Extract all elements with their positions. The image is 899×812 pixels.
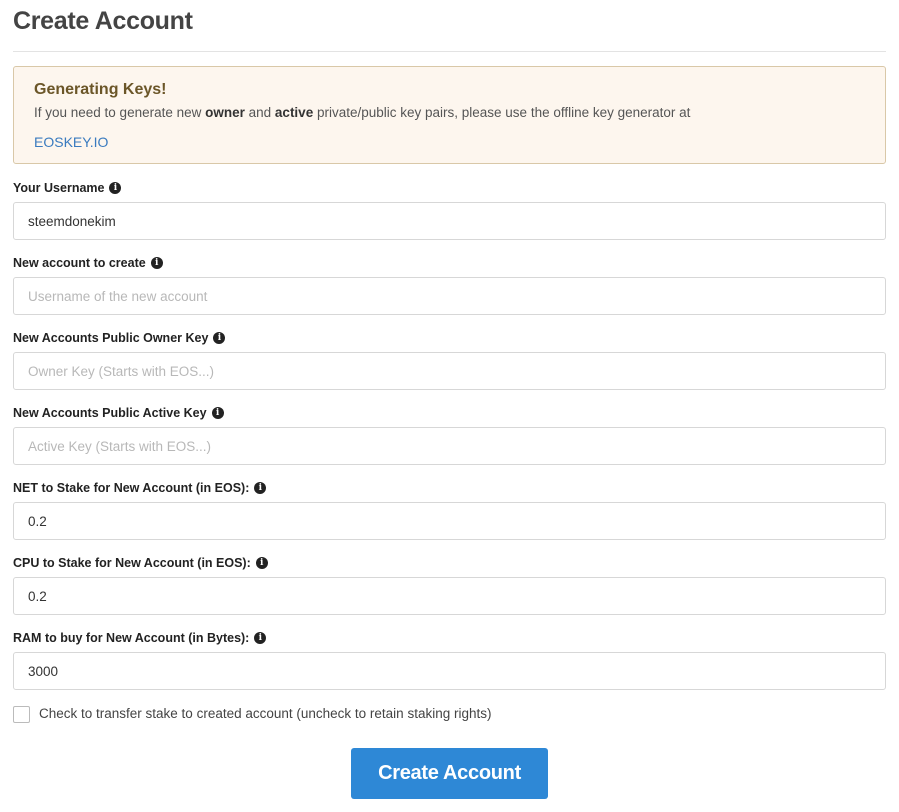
info-icon[interactable]: i (211, 407, 224, 419)
cpu-stake-label-text: CPU to Stake for New Account (in EOS): (13, 556, 251, 570)
info-icon[interactable]: i (255, 557, 268, 569)
username-label-text: Your Username (13, 181, 105, 195)
owner-key-label-text: New Accounts Public Owner Key (13, 331, 209, 345)
net-stake-input[interactable] (13, 502, 886, 540)
alert-text-and: and (244, 105, 275, 120)
alert-owner-word: owner (205, 105, 245, 120)
owner-key-input[interactable] (13, 352, 886, 390)
new-account-label: New account to create i (13, 256, 163, 270)
eoskey-link[interactable]: EOSKEY.IO (34, 134, 108, 150)
ram-bytes-label-text: RAM to buy for New Account (in Bytes): (13, 631, 250, 645)
new-account-input[interactable] (13, 277, 886, 315)
active-key-label: New Accounts Public Active Key i (13, 406, 224, 420)
alert-text-before: If you need to generate new (34, 105, 206, 120)
net-stake-label: NET to Stake for New Account (in EOS): i (13, 481, 267, 495)
cpu-stake-input[interactable] (13, 577, 886, 615)
create-account-button[interactable]: Create Account (351, 748, 548, 799)
info-icon[interactable]: i (213, 332, 226, 344)
title-divider (13, 51, 886, 52)
alert-active-word: active (274, 105, 314, 120)
username-label: Your Username i (13, 181, 122, 195)
ram-bytes-label: RAM to buy for New Account (in Bytes): i (13, 631, 267, 645)
ram-bytes-input[interactable] (13, 652, 886, 690)
key-generation-alert: Generating Keys! If you need to generate… (13, 66, 886, 164)
info-icon[interactable]: i (150, 257, 163, 269)
net-stake-label-text: NET to Stake for New Account (in EOS): (13, 481, 250, 495)
info-icon[interactable]: i (254, 632, 267, 644)
username-input[interactable] (13, 202, 886, 240)
alert-body: If you need to generate new owner and ac… (34, 105, 690, 120)
owner-key-label: New Accounts Public Owner Key i (13, 331, 226, 345)
active-key-input[interactable] (13, 427, 886, 465)
transfer-stake-checkbox[interactable] (13, 706, 30, 723)
page-title: Create Account (13, 7, 193, 35)
info-icon[interactable]: i (254, 482, 267, 494)
alert-text-after: private/public key pairs, please use the… (313, 105, 691, 120)
alert-heading: Generating Keys! (34, 81, 167, 98)
active-key-label-text: New Accounts Public Active Key (13, 406, 207, 420)
new-account-label-text: New account to create (13, 256, 146, 270)
info-icon[interactable]: i (109, 182, 122, 194)
transfer-stake-checkbox-label[interactable]: Check to transfer stake to created accou… (39, 706, 491, 721)
cpu-stake-label: CPU to Stake for New Account (in EOS): i (13, 556, 268, 570)
